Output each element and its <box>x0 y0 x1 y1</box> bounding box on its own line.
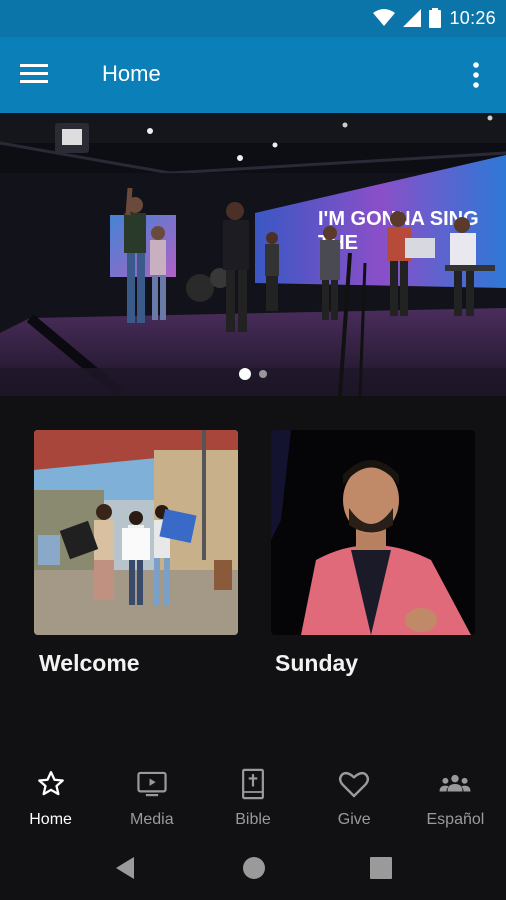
nav-home-label: Home <box>29 811 72 828</box>
app-bar: Home <box>0 37 506 113</box>
recents-button[interactable] <box>367 854 395 882</box>
sunday-card-title[interactable]: Sunday <box>275 650 358 677</box>
nav-bible-label: Bible <box>235 811 271 828</box>
sunday-card[interactable] <box>271 430 475 635</box>
home-circle-icon <box>243 857 265 879</box>
more-options-button[interactable] <box>464 59 488 91</box>
nav-home[interactable]: Home <box>0 758 101 834</box>
bottom-navigation: Home Media Bible Give Español <box>0 758 506 834</box>
battery-icon <box>429 8 442 28</box>
back-icon <box>116 857 134 879</box>
nav-espanol[interactable]: Español <box>405 758 506 834</box>
bible-icon <box>237 768 269 800</box>
heart-icon <box>338 768 370 800</box>
hero-image-worship-stage: I'M GONNA SING THE <box>0 113 506 396</box>
carousel-dot-active[interactable] <box>239 368 251 380</box>
hero-carousel[interactable]: I'M GONNA SING THE <box>0 113 506 396</box>
status-bar: 10:26 <box>0 0 506 37</box>
status-time: 10:26 <box>449 7 496 28</box>
nav-media[interactable]: Media <box>101 758 202 834</box>
page-title: Home <box>102 61 161 86</box>
wifi-icon <box>373 9 396 26</box>
group-icon <box>439 768 471 800</box>
tv-icon <box>136 768 168 800</box>
back-button[interactable] <box>112 854 140 882</box>
welcome-card-title[interactable]: Welcome <box>39 650 140 677</box>
welcome-card[interactable] <box>34 430 238 635</box>
sunday-card-image <box>271 430 475 635</box>
welcome-card-image <box>34 430 238 635</box>
more-vert-icon <box>473 62 479 88</box>
home-system-button[interactable] <box>240 854 268 882</box>
system-navigation-bar <box>0 834 506 900</box>
carousel-dot[interactable] <box>259 370 267 378</box>
nav-media-label: Media <box>130 811 174 828</box>
nav-give-label: Give <box>337 811 371 828</box>
menu-button[interactable] <box>20 59 60 91</box>
recents-icon <box>370 857 392 879</box>
nav-espanol-label: Español <box>426 811 485 828</box>
status-icons: 10:26 <box>373 6 496 30</box>
nav-bible[interactable]: Bible <box>202 758 303 834</box>
star-icon <box>35 768 67 800</box>
menu-icon <box>20 64 48 83</box>
carousel-indicator <box>0 368 506 380</box>
nav-give[interactable]: Give <box>304 758 405 834</box>
signal-icon <box>403 9 422 27</box>
